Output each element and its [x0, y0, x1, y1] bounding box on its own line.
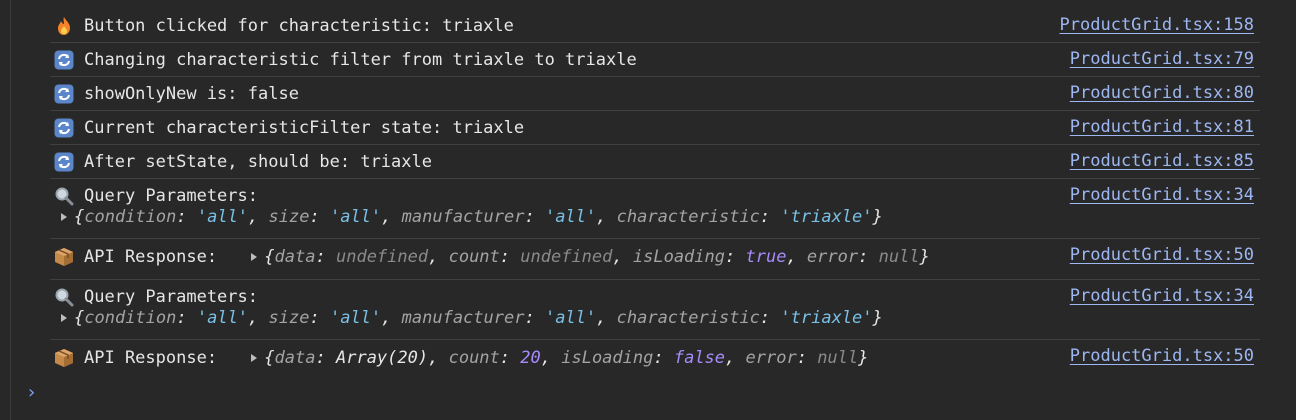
log-message: Button clicked for characteristic: triax…: [84, 15, 514, 36]
source-link[interactable]: ProductGrid.tsx:50: [1070, 346, 1254, 366]
source-link[interactable]: ProductGrid.tsx:81: [1070, 117, 1254, 137]
object-preview[interactable]: {condition: 'all', size: 'all', manufact…: [74, 207, 883, 227]
obj-value: 'all': [196, 308, 249, 328]
log-message: showOnlyNew is:: [84, 83, 248, 104]
console-gutter: [0, 0, 11, 420]
package-icon: [53, 246, 75, 268]
log-message: Query Parameters:: [84, 286, 258, 307]
obj-value: undefined: [520, 247, 613, 267]
expand-triangle-icon[interactable]: [61, 314, 67, 322]
expand-triangle-icon[interactable]: [251, 253, 258, 261]
log-row: Query Parameters: {condition: 'all', siz…: [50, 179, 1260, 239]
package-icon: [53, 347, 75, 369]
expand-triangle-icon[interactable]: [251, 354, 258, 362]
obj-value: 'all': [329, 308, 382, 328]
log-message: Current characteristicFilter state: tria…: [84, 117, 525, 138]
obj-value: 'all': [196, 207, 249, 227]
obj-value: 20: [520, 348, 541, 368]
console-prompt[interactable]: ›: [26, 382, 37, 403]
source-link[interactable]: ProductGrid.tsx:34: [1070, 185, 1254, 205]
refresh-icon: [53, 49, 75, 71]
obj-value: null: [817, 348, 859, 368]
log-row: API Response: {data: Array(20), count: 2…: [50, 340, 1260, 376]
log-row: After setState, should be: triaxle Produ…: [50, 145, 1260, 179]
obj-value: null: [878, 247, 920, 267]
obj-value: Array(20): [335, 348, 429, 368]
log-row: showOnlyNew is: false ProductGrid.tsx:80: [50, 77, 1260, 111]
refresh-icon: [53, 151, 75, 173]
refresh-icon: [53, 117, 75, 139]
expand-triangle-icon[interactable]: [61, 213, 67, 221]
obj-value: 'all': [544, 308, 597, 328]
obj-value: true: [745, 247, 787, 267]
refresh-icon: [53, 83, 75, 105]
fire-icon: [53, 15, 75, 37]
source-link[interactable]: ProductGrid.tsx:50: [1070, 245, 1254, 265]
obj-value: 'triaxle': [780, 308, 873, 328]
obj-value: 'all': [329, 207, 382, 227]
source-link[interactable]: ProductGrid.tsx:80: [1070, 83, 1254, 103]
obj-value: undefined: [335, 247, 429, 267]
log-row: API Response: {data: undefined, count: u…: [50, 239, 1260, 280]
log-message: Query Parameters:: [84, 185, 258, 206]
source-link[interactable]: ProductGrid.tsx:79: [1070, 49, 1254, 69]
log-row: Query Parameters: {condition: 'all', siz…: [50, 280, 1260, 340]
source-link[interactable]: ProductGrid.tsx:158: [1060, 15, 1254, 35]
source-link[interactable]: ProductGrid.tsx:34: [1070, 286, 1254, 306]
log-row: Changing characteristic filter from tria…: [50, 43, 1260, 77]
log-row: Button clicked for characteristic: triax…: [50, 9, 1260, 43]
obj-value: 'all': [544, 207, 597, 227]
console-log: Button clicked for characteristic: triax…: [50, 9, 1260, 376]
log-message: Changing characteristic filter from tria…: [84, 49, 637, 70]
log-value: false: [247, 83, 299, 104]
log-message: API Response:: [84, 247, 228, 267]
log-row: Current characteristicFilter state: tria…: [50, 111, 1260, 145]
source-link[interactable]: ProductGrid.tsx:85: [1070, 151, 1254, 171]
magnifier-icon: [53, 286, 75, 308]
object-preview[interactable]: {condition: 'all', size: 'all', manufact…: [74, 308, 883, 328]
log-message: After setState, should be: triaxle: [84, 151, 432, 172]
object-preview[interactable]: {data: undefined, count: undefined, isLo…: [264, 247, 930, 267]
obj-value: 'triaxle': [780, 207, 873, 227]
magnifier-icon: [53, 185, 75, 207]
obj-value: false: [673, 348, 726, 368]
object-preview[interactable]: {data: Array(20), count: 20, isLoading: …: [264, 348, 868, 368]
log-message: API Response:: [84, 348, 228, 368]
